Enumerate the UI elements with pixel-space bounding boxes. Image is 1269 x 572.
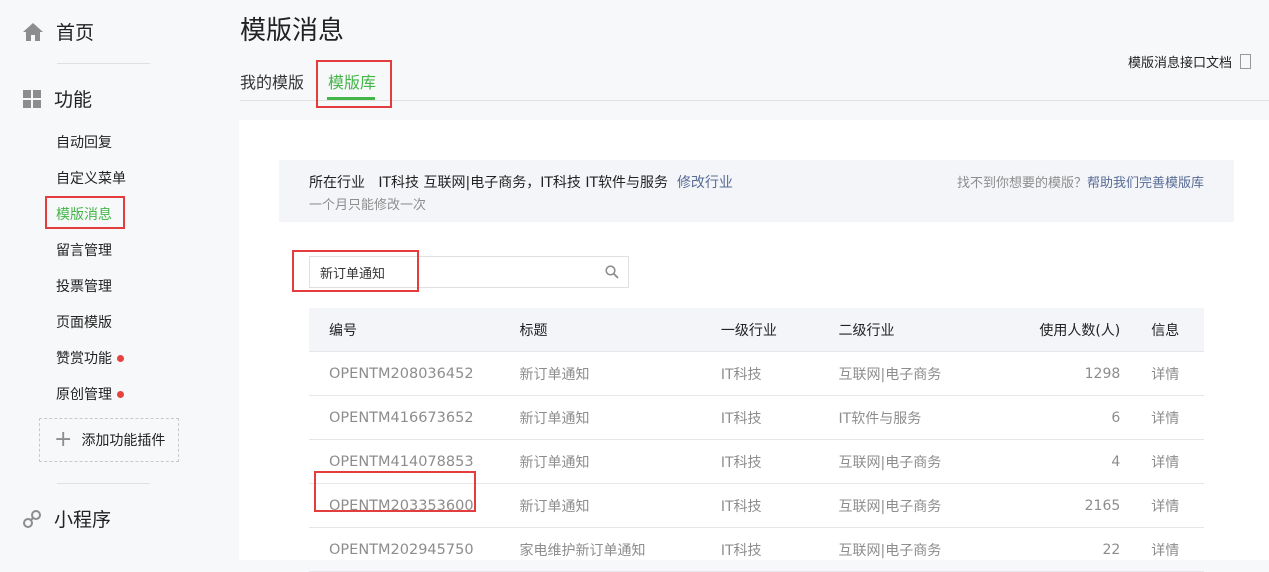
- sidebar-item-label: 页面模版: [56, 315, 112, 331]
- user-count: 2165: [984, 483, 1151, 528]
- highlight-box: [316, 60, 392, 108]
- highlight-box: [314, 471, 476, 512]
- template-table: 编号 标题 一级行业 二级行业 使用人数(人) 信息 OPENTM2080364…: [309, 308, 1204, 572]
- plus-icon: +: [54, 427, 73, 452]
- primary-industry: IT科技: [719, 527, 838, 572]
- sidebar-item-comments[interactable]: 留言管理: [56, 240, 112, 260]
- sidebar-item-page-templates[interactable]: 页面模版: [56, 312, 112, 332]
- sidebar-item-auto-reply[interactable]: 自动回复: [56, 132, 112, 152]
- highlight-box: [45, 196, 125, 229]
- details-link[interactable]: 详情: [1150, 527, 1204, 572]
- sidebar-item-label: 赞赏功能: [56, 351, 112, 367]
- secondary-industry: 互联网|电子商务: [837, 527, 985, 572]
- home-icon: [23, 22, 43, 41]
- column-header: 编号: [309, 308, 519, 352]
- user-count: 1298: [984, 351, 1151, 396]
- help-improve-link[interactable]: 帮助我们完善模版库: [1087, 176, 1204, 191]
- sidebar-item-reward[interactable]: 赞赏功能: [56, 348, 124, 368]
- table-row: OPENTM416673652 新订单通知 IT科技 IT软件与服务 6 详情: [309, 395, 1204, 440]
- template-title: 新订单通知: [518, 483, 720, 528]
- sidebar-item-votes[interactable]: 投票管理: [56, 276, 112, 296]
- primary-industry: IT科技: [719, 395, 838, 440]
- secondary-industry: IT软件与服务: [837, 395, 985, 440]
- template-title: 新订单通知: [518, 351, 720, 396]
- grid-icon: [23, 89, 41, 108]
- template-id: OPENTM208036452: [309, 351, 519, 396]
- details-link[interactable]: 详情: [1150, 483, 1204, 528]
- details-link[interactable]: 详情: [1150, 351, 1204, 396]
- secondary-industry: 互联网|电子商务: [837, 439, 985, 484]
- sidebar-item-label: 自定义菜单: [56, 171, 126, 187]
- industry-note: 一个月只能修改一次: [309, 198, 427, 213]
- edit-industry-link[interactable]: 修改行业: [677, 175, 733, 191]
- tab-my-templates[interactable]: 我的模版: [240, 69, 304, 93]
- table-row: OPENTM202945750 家电维护新订单通知 IT科技 互联网|电子商务 …: [309, 527, 1204, 572]
- column-header: 一级行业: [719, 308, 838, 352]
- sidebar-item-label: 投票管理: [56, 279, 112, 295]
- nav-mini-program-label: 小程序: [54, 509, 112, 531]
- sidebar-item-original[interactable]: 原创管理: [56, 384, 124, 404]
- help-text-line: 找不到你想要的模版？帮助我们完善模版库: [957, 172, 1204, 191]
- sidebar-item-label: 留言管理: [56, 243, 112, 259]
- page-title: 模版消息: [240, 16, 345, 46]
- search-icon[interactable]: [605, 265, 619, 279]
- nav-home[interactable]: 首页: [22, 18, 94, 45]
- column-header: 二级行业: [837, 308, 985, 352]
- column-header: 信息: [1150, 308, 1204, 352]
- highlight-box: [292, 250, 419, 292]
- industry-label: 所在行业: [309, 175, 365, 191]
- primary-industry: IT科技: [719, 439, 838, 484]
- sidebar: 首页 功能 自动回复 自定义菜单 模版消息 留言管理 投票管理 页面模版 赞赏功…: [0, 0, 210, 552]
- divider: [57, 483, 150, 484]
- table-row: OPENTM208036452 新订单通知 IT科技 互联网|电子商务 1298…: [309, 351, 1204, 396]
- nav-functions-label: 功能: [54, 89, 93, 111]
- details-link[interactable]: 详情: [1150, 395, 1204, 440]
- divider: [57, 63, 150, 64]
- user-count: 4: [984, 439, 1151, 484]
- mini-program-icon: [23, 509, 41, 528]
- template-title: 新订单通知: [518, 439, 720, 484]
- sidebar-item-custom-menu[interactable]: 自定义菜单: [56, 168, 126, 188]
- column-header: 标题: [518, 308, 720, 352]
- primary-industry: IT科技: [719, 351, 838, 396]
- primary-industry: IT科技: [719, 483, 838, 528]
- nav-home-label: 首页: [56, 22, 95, 44]
- user-count: 22: [984, 527, 1151, 572]
- table-header-row: 编号 标题 一级行业 二级行业 使用人数(人) 信息: [309, 308, 1204, 352]
- sidebar-item-label: 原创管理: [56, 387, 112, 403]
- tab-bar: 我的模版 模版库: [240, 60, 1269, 101]
- nav-functions[interactable]: 功能: [22, 85, 92, 112]
- template-id: OPENTM202945750: [309, 527, 519, 572]
- industry-info-bar: 所在行业 IT科技 互联网|电子商务，IT科技 IT软件与服务 修改行业 一个月…: [279, 160, 1234, 222]
- template-id: OPENTM416673652: [309, 395, 519, 440]
- add-plugin-label: 添加功能插件: [81, 433, 166, 449]
- help-text: 找不到你想要的模版？: [956, 176, 1087, 191]
- industry-value: IT科技 互联网|电子商务，IT科技 IT软件与服务: [378, 175, 669, 191]
- column-header: 使用人数(人): [984, 308, 1151, 352]
- add-plugin-button[interactable]: + 添加功能插件: [39, 418, 179, 462]
- nav-mini-program[interactable]: 小程序: [22, 505, 111, 532]
- secondary-industry: 互联网|电子商务: [837, 351, 985, 396]
- notification-dot: [117, 390, 124, 398]
- details-link[interactable]: 详情: [1150, 439, 1204, 484]
- industry-line: 所在行业 IT科技 互联网|电子商务，IT科技 IT软件与服务 修改行业: [309, 172, 733, 192]
- user-count: 6: [984, 395, 1151, 440]
- main-content: 模版消息 模版消息接口文档 我的模版 模版库 所在行业 IT科技 互联网|电子商…: [210, 0, 1269, 572]
- template-title: 家电维护新订单通知: [518, 527, 720, 572]
- sidebar-item-label: 自动回复: [56, 135, 112, 151]
- secondary-industry: 互联网|电子商务: [837, 483, 985, 528]
- template-title: 新订单通知: [518, 395, 720, 440]
- notification-dot: [117, 354, 124, 362]
